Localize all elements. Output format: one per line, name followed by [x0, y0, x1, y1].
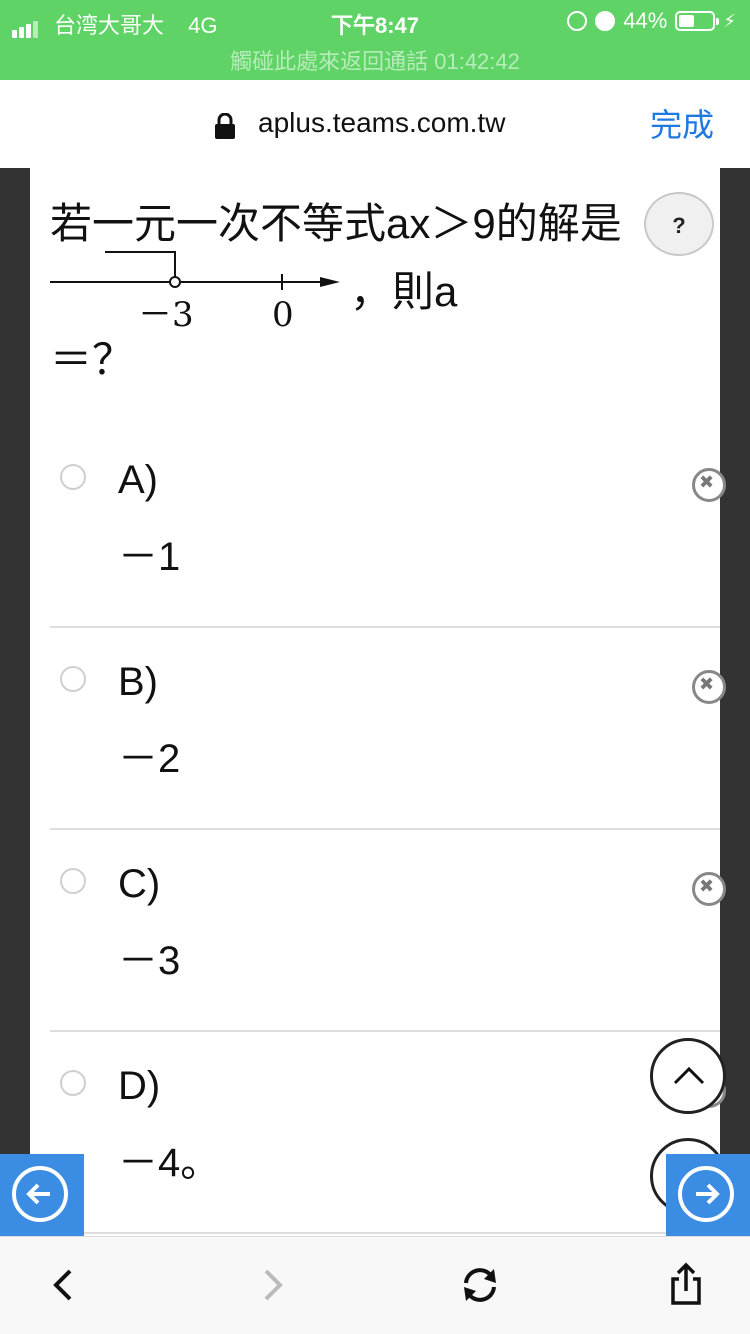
reload-icon[interactable] — [456, 1261, 504, 1309]
share-icon[interactable] — [662, 1261, 710, 1309]
previous-question-button[interactable] — [0, 1154, 84, 1238]
question-suffix: ，則a — [350, 268, 458, 315]
option-letter: D) — [118, 1064, 161, 1108]
status-bar: 台湾大哥大 4G 下午8:47 44% ⚡ 觸碰此處來返回通話 01:42:42 — [0, 0, 750, 80]
option-value: －3 — [118, 939, 181, 983]
lock-icon — [215, 113, 235, 139]
radio-button[interactable] — [60, 868, 86, 894]
rotation-lock-icon — [567, 11, 588, 31]
divider — [50, 626, 720, 628]
question-card: 若一元一次不等式ax＞9的解是 －3 0 ，則a ＝？ ? A) －1 ✖ B)… — [30, 168, 726, 1236]
radio-button[interactable] — [60, 666, 86, 692]
option-value: －1 — [118, 535, 181, 579]
battery-icon — [675, 11, 720, 31]
numberline-label-zero: 0 — [272, 295, 294, 335]
alarm-icon — [595, 11, 616, 31]
option-letter: C) — [118, 862, 161, 906]
scroll-up-icon[interactable] — [650, 1038, 726, 1114]
remove-option-icon[interactable] — [692, 872, 726, 906]
question-text: 若一元一次不等式ax＞9的解是 －3 0 ，則a ＝？ — [50, 190, 630, 394]
charging-icon: ⚡ — [723, 10, 736, 31]
forward-icon[interactable] — [248, 1261, 296, 1309]
option-value: －2 — [118, 737, 181, 781]
arrow-left-circle-icon — [12, 1166, 68, 1222]
remove-option-icon[interactable] — [692, 468, 726, 502]
help-icon[interactable]: ? — [644, 192, 714, 256]
numberline-label-neg3: －3 — [138, 295, 194, 335]
number-line-figure: －3 0 — [50, 250, 350, 335]
web-page: 若一元一次不等式ax＞9的解是 －3 0 ，則a ＝？ ? A) －1 ✖ B)… — [0, 168, 750, 1236]
divider — [50, 1232, 720, 1234]
question-prefix: 若一元一次不等式ax＞9的解是 — [50, 200, 622, 247]
radio-button[interactable] — [60, 1070, 86, 1096]
url-text[interactable]: aplus.teams.com.tw — [258, 107, 505, 139]
back-icon[interactable] — [40, 1261, 88, 1309]
option-letter: B) — [118, 660, 158, 704]
option-letter: A) — [118, 458, 158, 502]
battery-percent: 44% — [623, 8, 668, 33]
next-question-button[interactable] — [666, 1154, 750, 1238]
arrow-right-circle-icon — [678, 1166, 734, 1222]
status-right: 44% ⚡ — [567, 8, 736, 34]
option-value: －4。 — [118, 1141, 221, 1185]
radio-button[interactable] — [60, 464, 86, 490]
remove-option-icon[interactable] — [692, 670, 726, 704]
divider — [50, 828, 720, 830]
return-to-call-banner[interactable]: 觸碰此處來返回通話 01:42:42 — [0, 44, 750, 76]
done-button[interactable]: 完成 — [650, 100, 714, 146]
divider — [50, 1030, 720, 1032]
question-tail: ＝？ — [50, 336, 135, 383]
browser-toolbar — [0, 1236, 750, 1334]
